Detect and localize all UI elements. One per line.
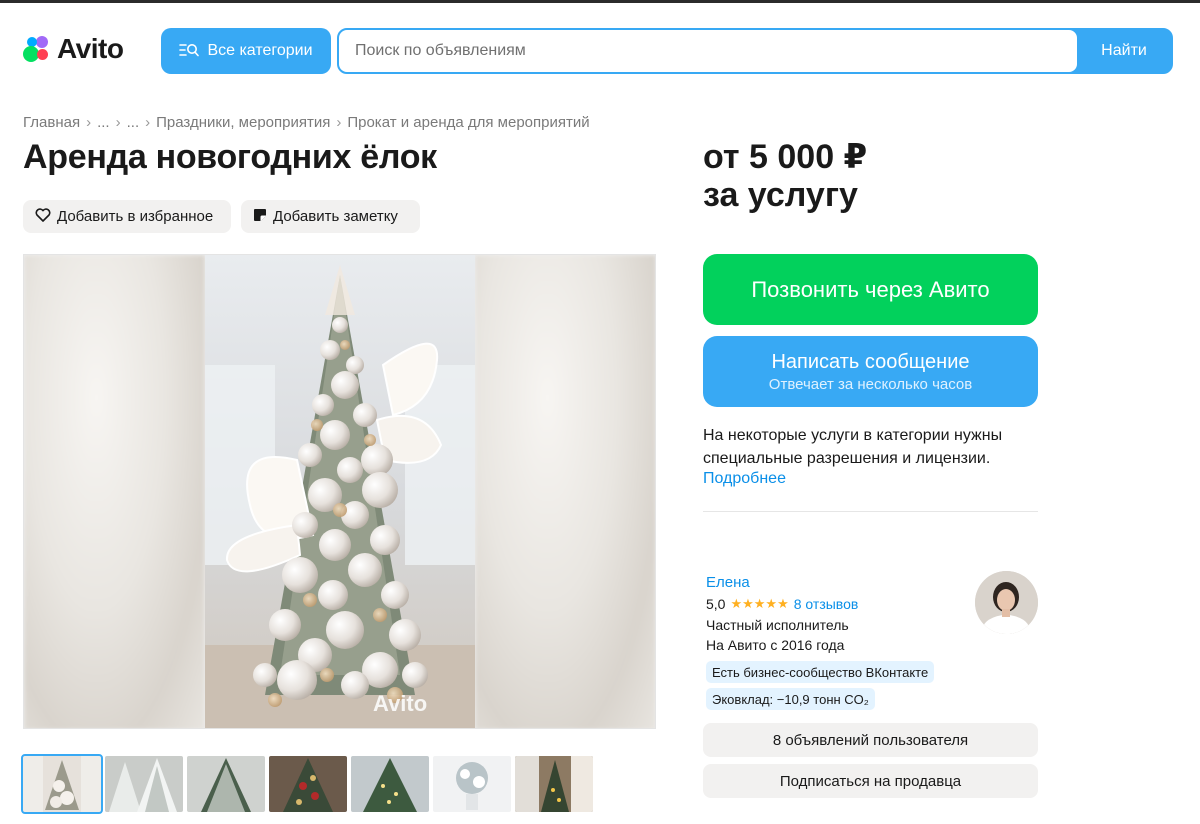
seller-since: На Авито с 2016 года [706,637,845,653]
add-note-label: Добавить заметку [273,208,398,225]
response-time-label: Отвечает за несколько часов [768,375,973,393]
breadcrumb-collapsed-2[interactable]: ... [127,114,140,131]
breadcrumb-separator-icon: › [145,114,151,131]
thumbnail-2[interactable] [105,756,183,812]
search-input[interactable] [339,30,1077,72]
avito-watermark: Avito [373,691,428,716]
license-notice: На некоторые услуги в категории нужны сп… [703,427,1003,467]
top-border [0,0,1200,3]
more-info-link[interactable]: Подробнее [703,470,786,488]
heart-icon [35,207,51,226]
all-categories-label: Все категории [207,42,313,59]
rating-stars-icon: ★★★★★ [730,596,789,611]
search-bar: Найти [337,28,1173,74]
listing-title: Аренда новогодних ёлок [23,138,437,176]
eco-contribution-badge[interactable]: Эковклад: −10,9 тонн CO₂ [706,688,875,710]
gallery-blur-left [24,255,205,728]
gallery-blur-right [475,255,655,728]
main-photo-christmas-tree [205,255,475,728]
seller-avatar[interactable] [975,571,1038,634]
breadcrumb-holidays[interactable]: Праздники, мероприятия [156,114,330,131]
subscribe-seller-button[interactable]: Подписаться на продавца [703,764,1038,798]
vk-community-badge[interactable]: Есть бизнес-сообщество ВКонтакте [706,661,935,683]
call-via-avito-button[interactable]: Позвонить через Авито [703,254,1038,325]
categories-search-icon [179,42,200,61]
seller-name-link[interactable]: Елена [706,574,750,591]
breadcrumb-separator-icon: › [115,114,121,131]
add-note-button[interactable]: Добавить заметку [241,200,420,233]
logo-text: Avito [57,33,124,64]
all-categories-button[interactable]: Все категории [161,28,331,74]
seller-listings-button[interactable]: 8 объявлений пользователя [703,723,1038,757]
reviews-link[interactable]: 8 отзывов [794,596,859,612]
price-amount: от 5 000 ₽ [703,138,868,176]
avito-logo[interactable]: Avito [23,33,124,65]
write-message-label: Написать сообщение [771,350,970,373]
thumbnail-1[interactable] [21,754,103,814]
price: от 5 000 ₽ за услугу [703,138,867,214]
breadcrumb-separator-icon: › [336,114,342,131]
logo-dots-icon [23,34,55,64]
price-unit: за услугу [703,176,858,214]
thumbnail-3[interactable] [187,756,265,812]
breadcrumb-separator-icon: › [86,114,92,131]
add-favorite-button[interactable]: Добавить в избранное [23,200,231,233]
write-message-button[interactable]: Написать сообщение Отвечает за несколько… [703,336,1038,407]
thumbnail-7[interactable] [515,756,593,812]
seller-rating: 5,0 ★★★★★ 8 отзывов [706,596,858,612]
thumbnail-6[interactable] [433,756,511,812]
note-icon [253,208,267,226]
breadcrumb: Главная › ... › ... › Праздники, меропри… [23,114,590,131]
breadcrumb-rental[interactable]: Прокат и аренда для мероприятий [347,114,589,131]
photo-gallery[interactable]: Avito [23,254,656,729]
add-favorite-label: Добавить в избранное [57,208,214,225]
search-button[interactable]: Найти [1077,30,1171,72]
divider [703,511,1038,512]
thumbnail-4[interactable] [269,756,347,812]
thumbnail-5[interactable] [351,756,429,812]
breadcrumb-collapsed-1[interactable]: ... [97,114,110,131]
seller-type: Частный исполнитель [706,617,849,633]
breadcrumb-home[interactable]: Главная [23,114,80,131]
rating-value: 5,0 [706,596,726,612]
